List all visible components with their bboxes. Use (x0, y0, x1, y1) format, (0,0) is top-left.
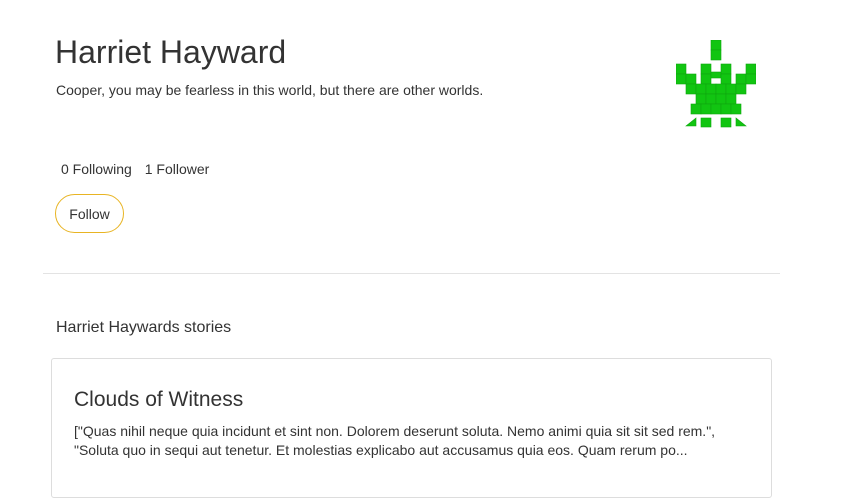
avatar (675, 39, 757, 128)
story-excerpt: ["Quas nihil neque quia incidunt et sint… (74, 423, 716, 458)
followers-count[interactable]: 1 Follower (145, 161, 210, 177)
profile-name: Harriet Hayward (55, 34, 287, 70)
story-card[interactable]: Clouds of Witness ["Quas nihil neque qui… (51, 358, 772, 498)
story-title[interactable]: Clouds of Witness (74, 386, 243, 414)
follow-stats: 0 Following 1 Follower (61, 160, 209, 178)
follow-button[interactable]: Follow (55, 194, 124, 233)
section-divider (43, 273, 780, 274)
following-count[interactable]: 0 Following (61, 161, 132, 177)
pixel-invader-icon (675, 39, 757, 128)
profile-bio: Cooper, you may be fearless in this worl… (56, 82, 484, 98)
stories-section-title: Harriet Haywards stories (56, 319, 232, 336)
